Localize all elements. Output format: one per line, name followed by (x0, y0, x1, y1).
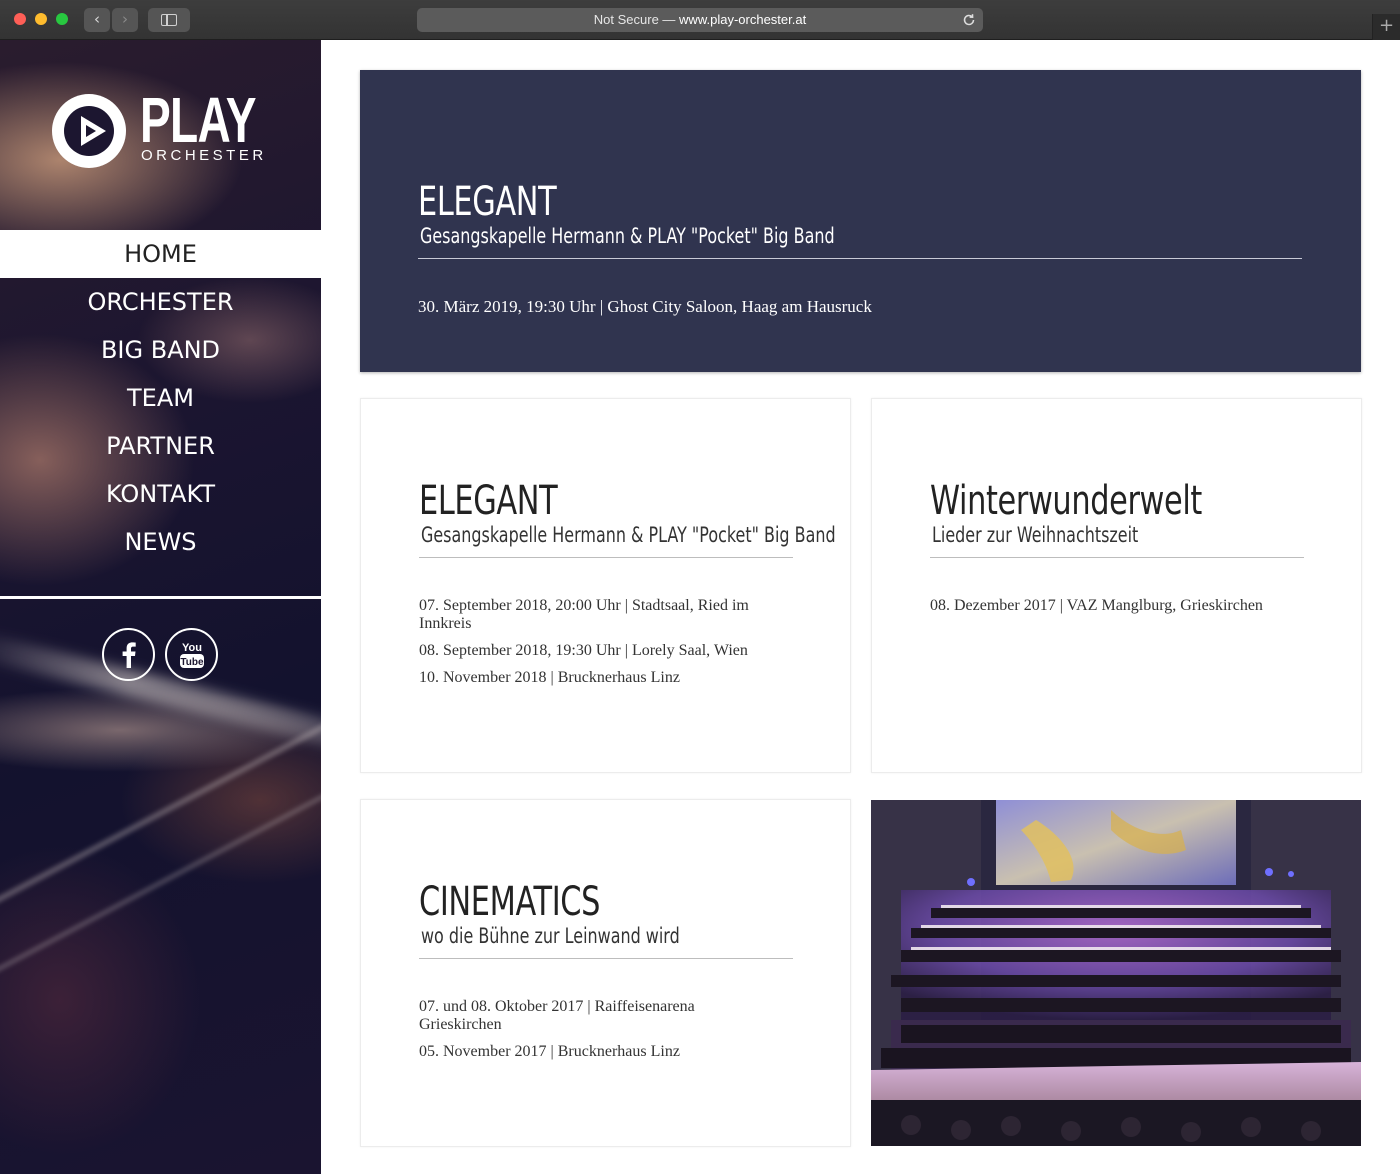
youtube-link[interactable]: You Tube (165, 628, 218, 681)
play-logo-icon (52, 94, 126, 168)
event-date: 07. und 08. Oktober 2017 | Raiffeisenare… (419, 998, 695, 1033)
minimize-window-button[interactable] (35, 13, 47, 25)
social-links: You Tube (102, 628, 222, 682)
address-domain: www.play-orchester.at (679, 12, 807, 27)
back-button[interactable]: ‹ (84, 8, 110, 32)
event-title: CINEMATICS (419, 879, 601, 925)
event-divider (418, 258, 1302, 259)
event-title: ELEGANT (419, 478, 558, 524)
back-icon: ‹ (94, 10, 100, 28)
nav-item-big-band[interactable]: BIG BAND (0, 326, 321, 374)
site-logo[interactable]: PLAY ORCHESTER (50, 88, 280, 172)
youtube-icon: You Tube (179, 642, 204, 668)
event-dates: 30. März 2019, 19:30 Uhr | Ghost City Sa… (418, 298, 872, 325)
sidebar: PLAY ORCHESTER HOME ORCHESTER BIG BAND T… (0, 40, 321, 1174)
sidebar-toggle-icon (161, 14, 177, 26)
new-tab-button[interactable]: + (1372, 14, 1400, 40)
nav-item-home[interactable]: HOME (0, 230, 321, 278)
browser-toolbar: ‹ › Not Secure — www.play-orchester.at + (0, 0, 1400, 40)
close-window-button[interactable] (14, 13, 26, 25)
nav-item-orchester[interactable]: ORCHESTER (0, 278, 321, 326)
concert-photo-illustration (871, 800, 1361, 1146)
event-divider (419, 958, 793, 959)
concert-photo (871, 800, 1361, 1146)
nav-item-partner[interactable]: PARTNER (0, 422, 321, 470)
sidebar-divider (0, 596, 321, 599)
event-dates: 07. und 08. Oktober 2017 | Raiffeisenare… (419, 998, 719, 1070)
nav-item-news[interactable]: NEWS (0, 518, 321, 566)
reload-icon[interactable] (961, 12, 977, 28)
event-subtitle: Lieder zur Weihnachtszeit (932, 523, 1139, 547)
main-content: ELEGANT Gesangskapelle Hermann & PLAY "P… (321, 40, 1400, 1174)
forward-button[interactable]: › (112, 8, 138, 32)
main-navigation: HOME ORCHESTER BIG BAND TEAM PARTNER KON… (0, 230, 321, 566)
event-title: Winterwunderwelt (930, 478, 1202, 524)
event-subtitle: Gesangskapelle Hermann & PLAY "Pocket" B… (421, 523, 836, 547)
new-tab-icon: + (1378, 15, 1395, 36)
logo-subtitle: ORCHESTER (141, 147, 267, 164)
nav-item-team[interactable]: TEAM (0, 374, 321, 422)
forward-icon: › (122, 10, 128, 28)
event-date: 05. November 2017 | Brucknerhaus Linz (419, 1043, 680, 1060)
event-date: 07. September 2018, 20:00 Uhr | Stadtsaa… (419, 597, 749, 632)
event-title: ELEGANT (418, 179, 557, 225)
facebook-icon (122, 641, 136, 668)
address-bar[interactable]: Not Secure — www.play-orchester.at (417, 8, 983, 32)
event-card-winterwunderwelt[interactable]: Winterwunderwelt Lieder zur Weihnachtsze… (871, 398, 1362, 773)
event-subtitle: wo die Bühne zur Leinwand wird (421, 924, 680, 948)
facebook-link[interactable] (102, 628, 155, 681)
sidebar-toggle-button[interactable] (148, 8, 190, 32)
event-date: 08. September 2018, 19:30 Uhr | Lorely S… (419, 642, 748, 659)
event-dates: 08. Dezember 2017 | VAZ Manglburg, Gries… (930, 597, 1304, 624)
logo-wordmark: PLAY (140, 84, 257, 156)
event-dates: 07. September 2018, 20:00 Uhr | Stadtsaa… (419, 597, 793, 696)
nav-item-kontakt[interactable]: KONTAKT (0, 470, 321, 518)
event-date: 08. Dezember 2017 | VAZ Manglburg, Gries… (930, 597, 1263, 614)
security-status: Not Secure — (593, 12, 680, 27)
event-date: 10. November 2018 | Brucknerhaus Linz (419, 669, 680, 686)
event-divider (930, 557, 1304, 558)
zoom-window-button[interactable] (56, 13, 68, 25)
featured-event-card[interactable]: ELEGANT Gesangskapelle Hermann & PLAY "P… (360, 70, 1361, 372)
event-card-cinematics[interactable]: CINEMATICS wo die Bühne zur Leinwand wir… (360, 799, 851, 1147)
event-divider (419, 557, 793, 558)
event-date: 30. März 2019, 19:30 Uhr | Ghost City Sa… (418, 297, 872, 316)
youtube-label-bottom: Tube (180, 657, 204, 668)
youtube-label-top: You (182, 642, 202, 654)
event-subtitle: Gesangskapelle Hermann & PLAY "Pocket" B… (420, 224, 835, 248)
event-card-elegant[interactable]: ELEGANT Gesangskapelle Hermann & PLAY "P… (360, 398, 851, 773)
